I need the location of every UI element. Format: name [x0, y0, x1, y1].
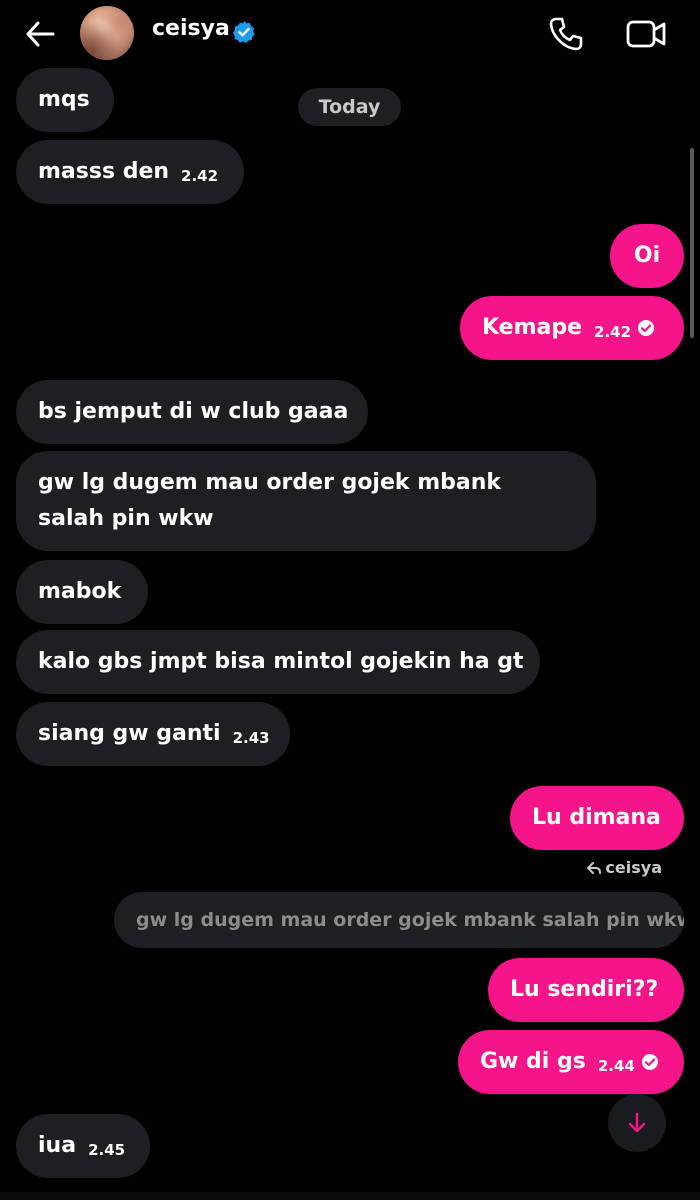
message-text: Oi [633, 243, 661, 268]
scroll-to-bottom-button[interactable] [608, 1094, 666, 1152]
read-check-icon [641, 1054, 658, 1070]
message-text: iua [38, 1133, 77, 1158]
date-separator: Today [298, 88, 401, 126]
message-incoming[interactable]: kalo gbs jmpt bisa mintol gojekin ha gt [16, 630, 540, 694]
message-text: siang gw ganti [38, 721, 221, 746]
arrow-down-icon [628, 1112, 646, 1133]
message-text: kalo gbs jmpt bisa mintol gojekin ha gt [38, 649, 524, 674]
message-incoming[interactable]: siang gw ganti 2.43 [16, 702, 290, 766]
message-incoming[interactable]: masss den 2.42 [16, 140, 244, 204]
message-text: Kemape [482, 315, 583, 340]
message-text: Gw di gs [480, 1049, 586, 1074]
read-check-icon [638, 320, 655, 336]
verified-badge-icon [233, 21, 255, 43]
message-time: 2.45 [88, 1141, 126, 1159]
message-text: gw lg dugem mau order gojek mbank salah … [38, 470, 501, 531]
message-incoming[interactable]: iua 2.45 [16, 1114, 150, 1178]
scrollbar[interactable] [690, 148, 694, 338]
message-text: masss den [38, 159, 170, 184]
message-outgoing[interactable]: Kemape 2.42 [460, 296, 684, 360]
back-button[interactable] [18, 12, 62, 56]
message-text: mabok [38, 579, 122, 604]
video-camera-icon[interactable] [624, 14, 668, 54]
message-text: bs jemput di w club gaaa [38, 399, 349, 424]
message-incoming[interactable]: bs jemput di w club gaaa [16, 380, 368, 444]
avatar[interactable] [80, 6, 134, 60]
reply-arrow-icon [587, 862, 602, 874]
chat-header: ceisya [0, 0, 700, 66]
quoted-message[interactable]: gw lg dugem mau order gojek mbank salah … [114, 892, 684, 948]
message-outgoing[interactable]: Oi [610, 224, 684, 288]
message-text: mqs [38, 87, 90, 112]
composer-edge [0, 1192, 700, 1200]
message-incoming[interactable]: mabok [16, 560, 148, 624]
message-time: 2.42 [181, 167, 219, 185]
reply-label-name: ceisya [605, 858, 662, 877]
message-outgoing[interactable]: Lu sendiri?? [488, 958, 684, 1022]
reply-reference: ceisya [587, 858, 662, 877]
message-incoming[interactable]: gw lg dugem mau order gojek mbank salah … [16, 451, 596, 551]
arrow-left-icon [26, 21, 55, 47]
message-incoming[interactable]: mqs [16, 68, 114, 132]
message-text: Lu sendiri?? [510, 977, 659, 1002]
phone-icon[interactable] [546, 14, 586, 54]
message-time: 2.42 [594, 323, 632, 341]
message-time: 2.43 [232, 729, 270, 747]
message-time: 2.44 [597, 1057, 635, 1075]
contact-name[interactable]: ceisya [152, 16, 230, 41]
message-text: Lu dimana [532, 805, 661, 830]
message-outgoing[interactable]: Gw di gs 2.44 [458, 1030, 684, 1094]
message-outgoing[interactable]: Lu dimana [510, 786, 684, 850]
